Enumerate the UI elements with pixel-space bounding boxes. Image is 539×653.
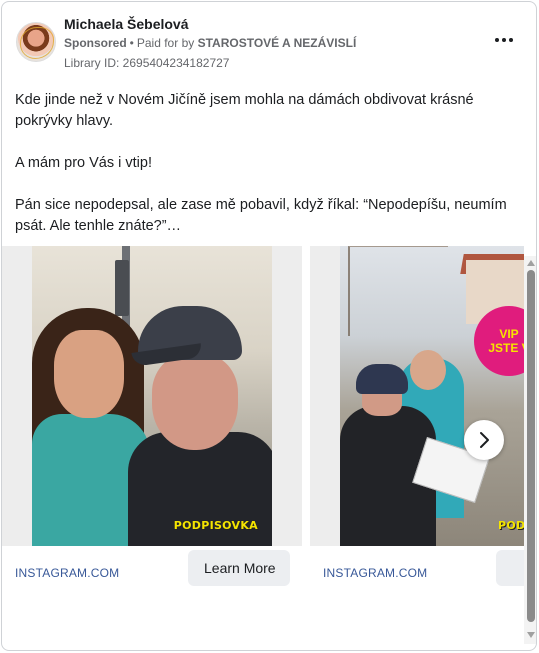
paid-for-by-name: STAROSTOVÉ A NEZÁVISLÍ <box>197 36 357 50</box>
advertiser-avatar[interactable] <box>16 22 56 62</box>
card-photo[interactable]: VIPJSTE V PODPI <box>340 246 524 546</box>
scroll-up-arrow-icon[interactable] <box>527 260 535 266</box>
carousel-next-button[interactable] <box>464 420 504 460</box>
post-paragraph: Pán sice nepodepsal, ale zase mě pobavil… <box>15 197 507 234</box>
ad-card: Michaela Šebelová Sponsored • Paid for by … <box>1 1 537 651</box>
card-domain-link[interactable]: INSTAGRAM.COM <box>323 566 427 580</box>
advertiser-name[interactable]: Michaela Šebelová <box>64 16 189 32</box>
post-paragraph: A mám pro Vás i vtip! <box>15 155 152 171</box>
chevron-right-icon <box>480 432 489 448</box>
card-image-frame[interactable]: PODPISOVKA <box>2 246 302 546</box>
more-options-button[interactable] <box>492 32 516 48</box>
photo-overlay-tag: PODPI <box>498 519 524 532</box>
carousel-card: PODPISOVKA INSTAGRAM.COM Learn More <box>2 246 302 598</box>
card-image-frame[interactable]: VIPJSTE V PODPI <box>310 246 524 546</box>
post-text: Kde jinde než v Novém Jičíně jsem mohla … <box>15 90 523 258</box>
avatar-decoration <box>20 27 54 59</box>
learn-more-button[interactable]: Le <box>496 550 524 586</box>
more-horizontal-icon <box>495 38 499 42</box>
card-photo[interactable]: PODPISOVKA <box>32 246 272 546</box>
vertical-scrollbar[interactable] <box>524 256 536 644</box>
scroll-down-arrow-icon[interactable] <box>527 632 535 638</box>
paid-for-prefix: Paid for by <box>136 36 195 50</box>
learn-more-button[interactable]: Learn More <box>188 550 290 586</box>
post-paragraph: Kde jinde než v Novém Jičíně jsem mohla … <box>15 92 474 129</box>
library-id: Library ID: 2695404234182727 <box>64 56 230 70</box>
sponsored-label: Sponsored <box>64 36 127 50</box>
photo-overlay-tag: PODPISOVKA <box>173 519 258 532</box>
card-domain-link[interactable]: INSTAGRAM.COM <box>15 566 119 580</box>
sponsored-line: Sponsored • Paid for by STAROSTOVÉ A NEZÁV… <box>64 36 356 50</box>
meta-separator: • <box>129 36 134 50</box>
carousel: PODPISOVKA INSTAGRAM.COM Learn More VIP … <box>2 246 524 598</box>
scrollbar-thumb[interactable] <box>527 270 535 622</box>
